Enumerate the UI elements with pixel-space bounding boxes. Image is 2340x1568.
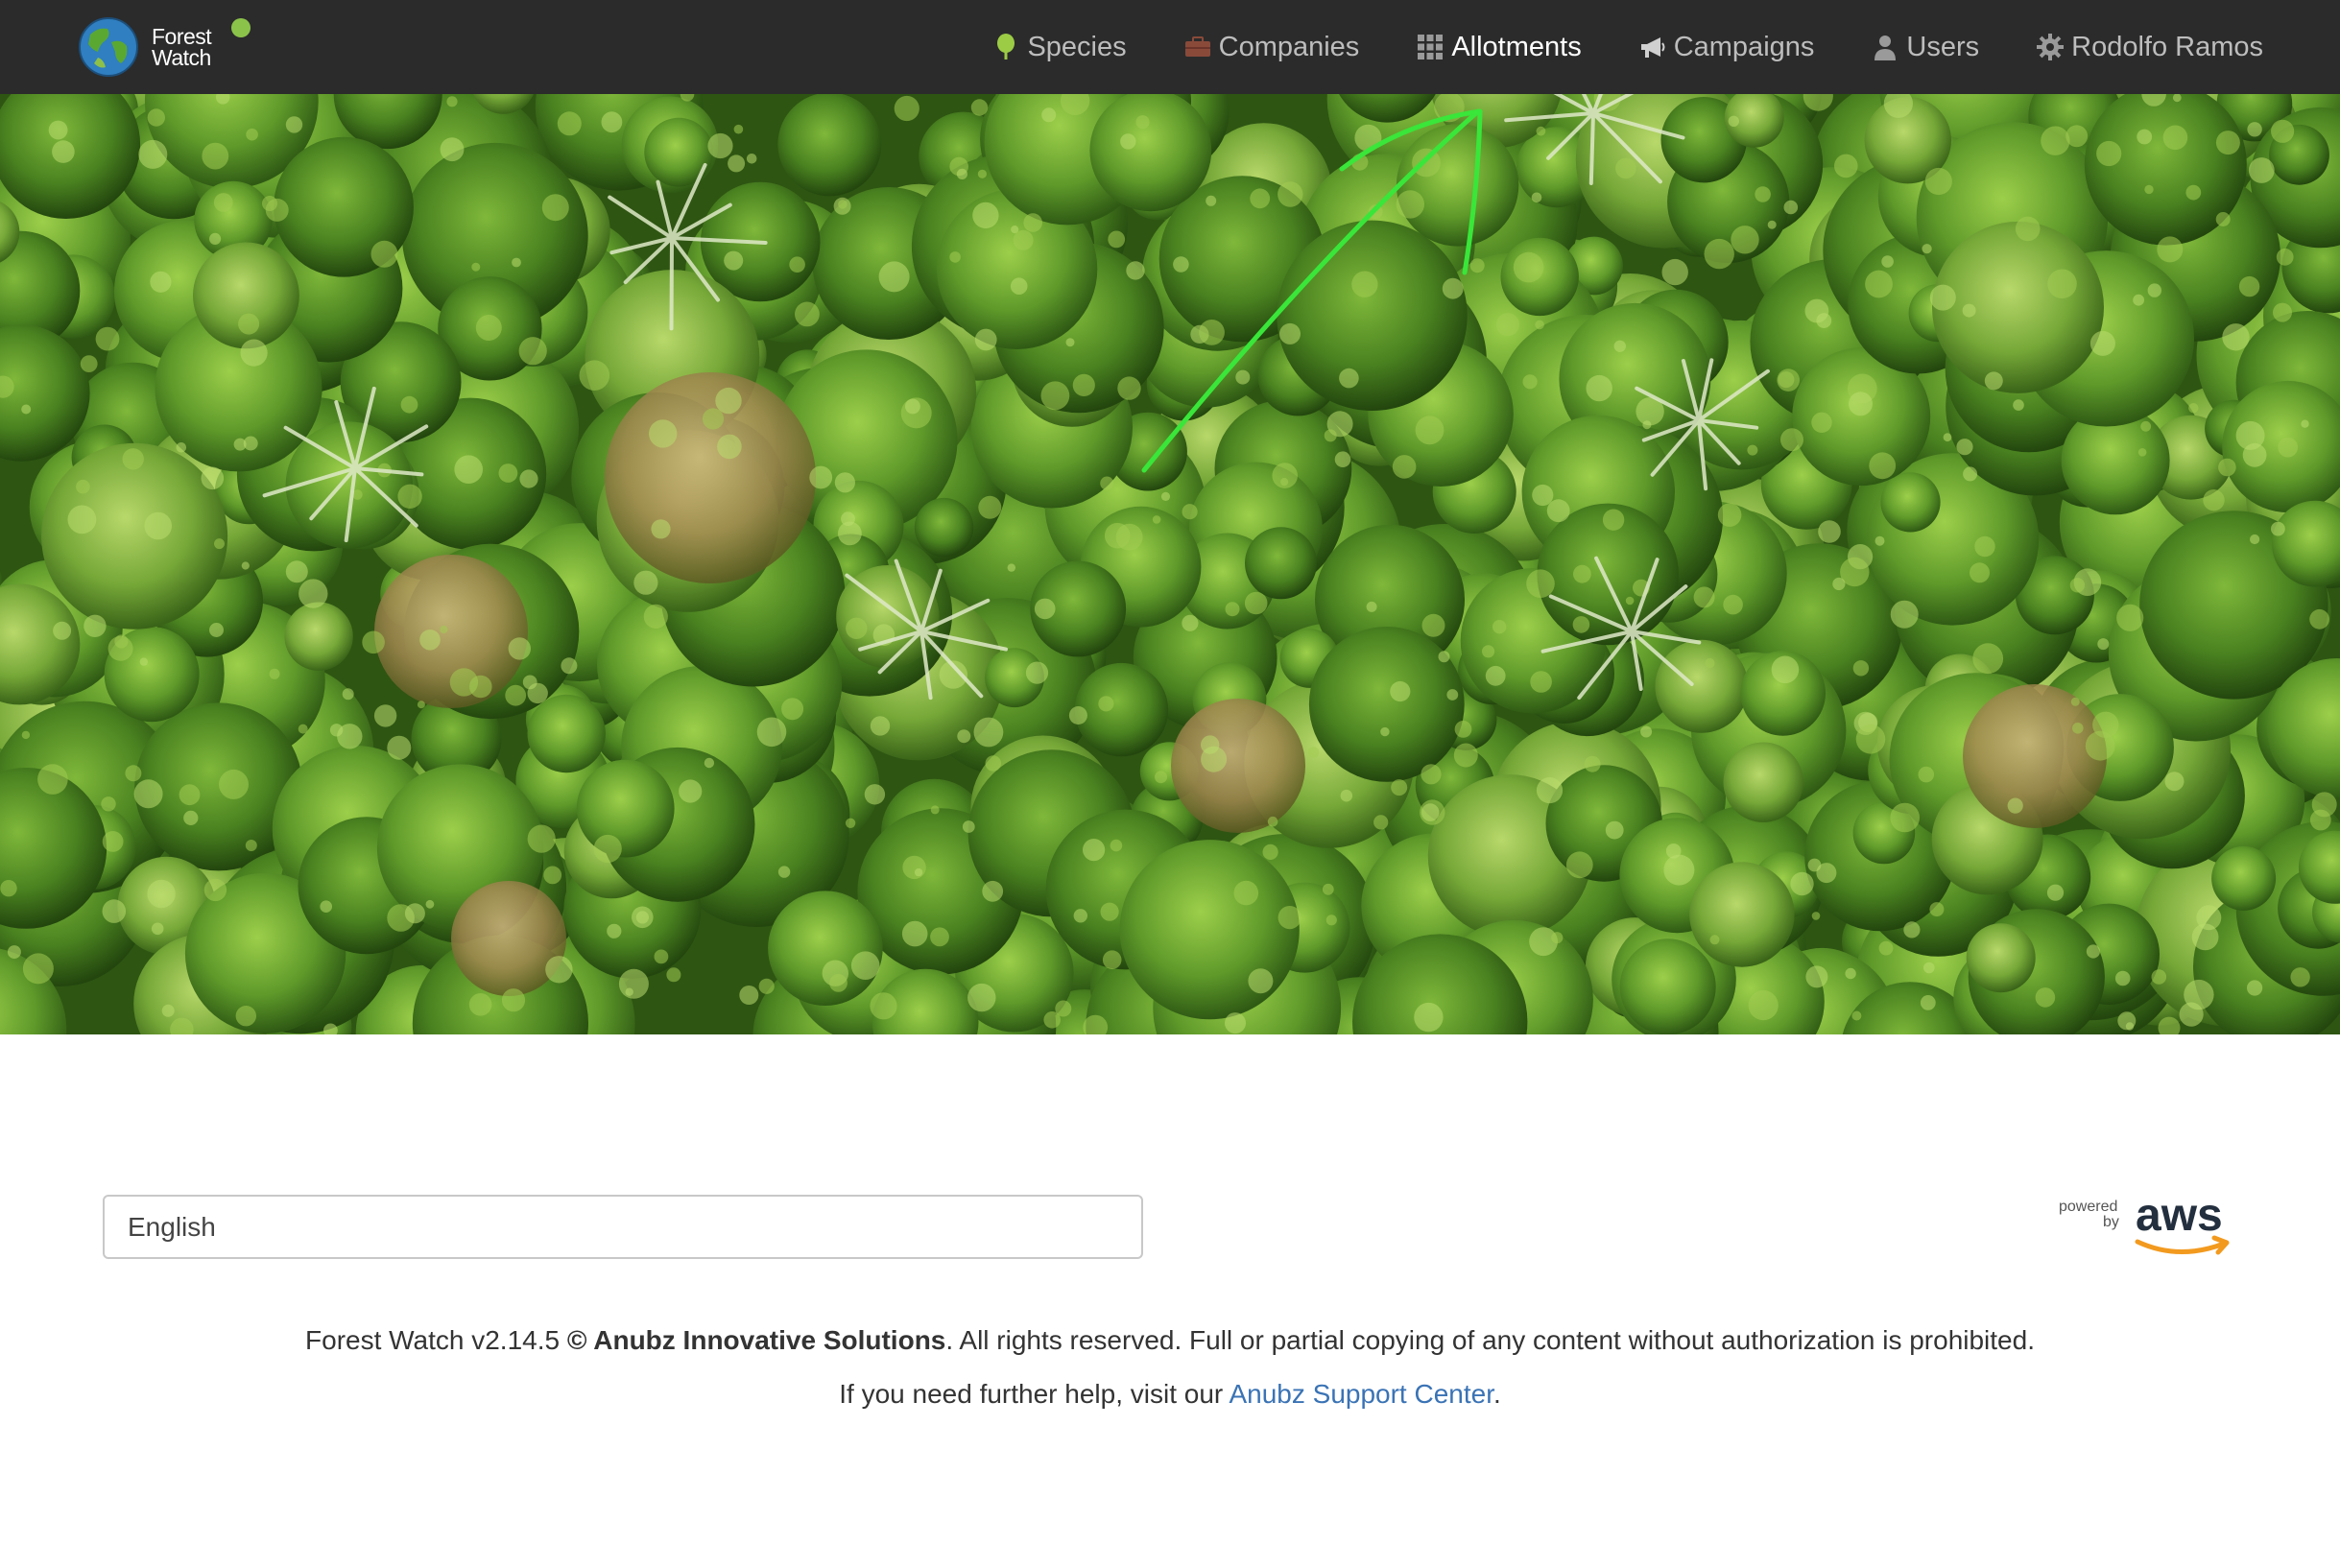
nav-item-allotments-label: Allotments xyxy=(1451,31,1582,62)
online-status-indicator xyxy=(231,18,251,37)
aws-brand-text: aws xyxy=(2136,1190,2223,1241)
powered-by-aws-logo: powered by aws xyxy=(2059,1190,2230,1255)
tree-icon xyxy=(997,34,1015,59)
brand-line-2: Watch xyxy=(152,45,211,70)
aws-by-text: by xyxy=(2103,1214,2119,1230)
language-select[interactable]: English xyxy=(103,1195,1143,1259)
grid-icon xyxy=(1418,35,1444,59)
globe-logo-icon xyxy=(79,17,138,77)
user-icon xyxy=(1874,36,1897,60)
forest-canopy-image xyxy=(0,94,2340,1034)
copyright-notice: Forest Watch v2.14.5 © Anubz Innovative … xyxy=(0,1325,2340,1356)
nav-item-users-label: Users xyxy=(1906,31,1980,62)
nav-item-account[interactable]: Rodolfo Ramos xyxy=(2035,32,2263,63)
rights-text: . All rights reserved. Full or partial c… xyxy=(945,1325,2035,1355)
support-center-link[interactable]: Anubz Support Center xyxy=(1229,1379,1493,1409)
nav-item-species-label: Species xyxy=(1027,31,1127,62)
briefcase-icon xyxy=(1184,36,1210,57)
nav-item-campaigns-label: Campaigns xyxy=(1673,31,1815,62)
brand-logo-link[interactable]: Forest Watch xyxy=(77,13,212,81)
company-name: © Anubz Innovative Solutions xyxy=(566,1325,946,1355)
brand-name: Forest Watch xyxy=(152,24,212,70)
nav-item-companies[interactable]: Companies xyxy=(1182,31,1360,63)
app-version: Forest Watch v2.14.5 xyxy=(305,1325,561,1355)
help-prefix: If you need further help, visit our xyxy=(839,1379,1230,1409)
gear-icon xyxy=(2037,34,2065,60)
hero-forest-image xyxy=(0,94,2340,1034)
top-navbar: Forest Watch Species Companies Allotment… xyxy=(0,0,2340,94)
nav-item-allotments[interactable]: Allotments xyxy=(1415,31,1582,63)
megaphone-icon xyxy=(1640,37,1665,58)
nav-item-account-label: Rodolfo Ramos xyxy=(2071,31,2263,62)
help-suffix: . xyxy=(1492,1379,1501,1409)
main-nav: Species Companies Allotments Campaigns U… xyxy=(935,0,2263,94)
nav-item-users[interactable]: Users xyxy=(1870,32,1979,63)
nav-item-campaigns[interactable]: Campaigns xyxy=(1637,31,1815,63)
nav-item-species[interactable]: Species xyxy=(991,31,1127,63)
brand-line-1: Forest xyxy=(152,24,212,49)
nav-item-companies-label: Companies xyxy=(1218,31,1360,62)
help-line: If you need further help, visit our Anub… xyxy=(0,1379,2340,1410)
aws-powered-text: powered xyxy=(2059,1199,2117,1215)
